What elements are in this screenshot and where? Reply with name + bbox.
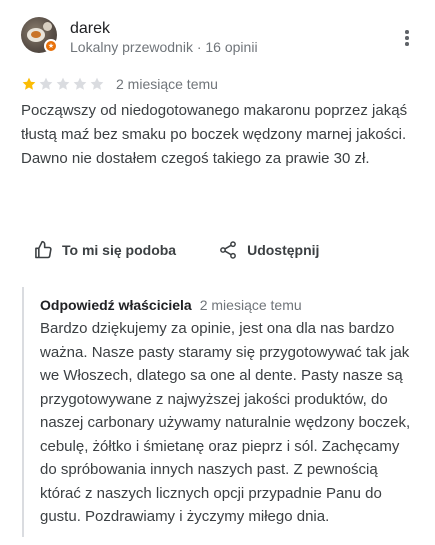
- owner-reply: Odpowiedź właściciela 2 miesiące temu Bar…: [22, 287, 418, 537]
- more-vert-icon[interactable]: [399, 28, 415, 48]
- star-rating: [21, 76, 105, 92]
- star-empty-icon: [56, 77, 70, 90]
- thumb-up-icon: [35, 240, 52, 259]
- avatar-cup: [43, 22, 52, 31]
- local-guide-badge-icon: ★: [44, 39, 58, 53]
- review-actions: To mi się podoba Udostępnij: [33, 239, 319, 261]
- owner-reply-text: Bardzo dziękujemy za opinie, jest ona dl…: [40, 320, 411, 525]
- share-label: Udostępnij: [247, 242, 320, 258]
- owner-reply-header: Odpowiedź właściciela 2 miesiące temu: [40, 287, 418, 315]
- owner-reply-title: Odpowiedź właściciela: [40, 297, 192, 313]
- review-time: 2 miesiące temu: [116, 76, 218, 92]
- like-label: To mi się podoba: [62, 242, 177, 258]
- rating-row: 2 miesiące temu: [21, 75, 218, 93]
- owner-reply-time: 2 miesiące temu: [199, 297, 302, 313]
- like-button[interactable]: To mi się podoba: [33, 240, 176, 260]
- star-empty-icon: [90, 77, 104, 90]
- author-name[interactable]: darek: [70, 20, 110, 38]
- avatar-food: [31, 31, 41, 38]
- star-empty-icon: [39, 77, 53, 90]
- star-filled-icon: [22, 77, 36, 90]
- review-text: Począwszy od niedogotowanego makaronu po…: [21, 102, 408, 167]
- share-button[interactable]: Udostępnij: [218, 240, 319, 260]
- share-icon: [220, 241, 236, 259]
- star-empty-icon: [73, 77, 87, 90]
- author-meta: Lokalny przewodnik · 16 opinii: [70, 39, 258, 55]
- review-header: ★ darek Lokalny przewodnik · 16 opinii: [21, 16, 415, 60]
